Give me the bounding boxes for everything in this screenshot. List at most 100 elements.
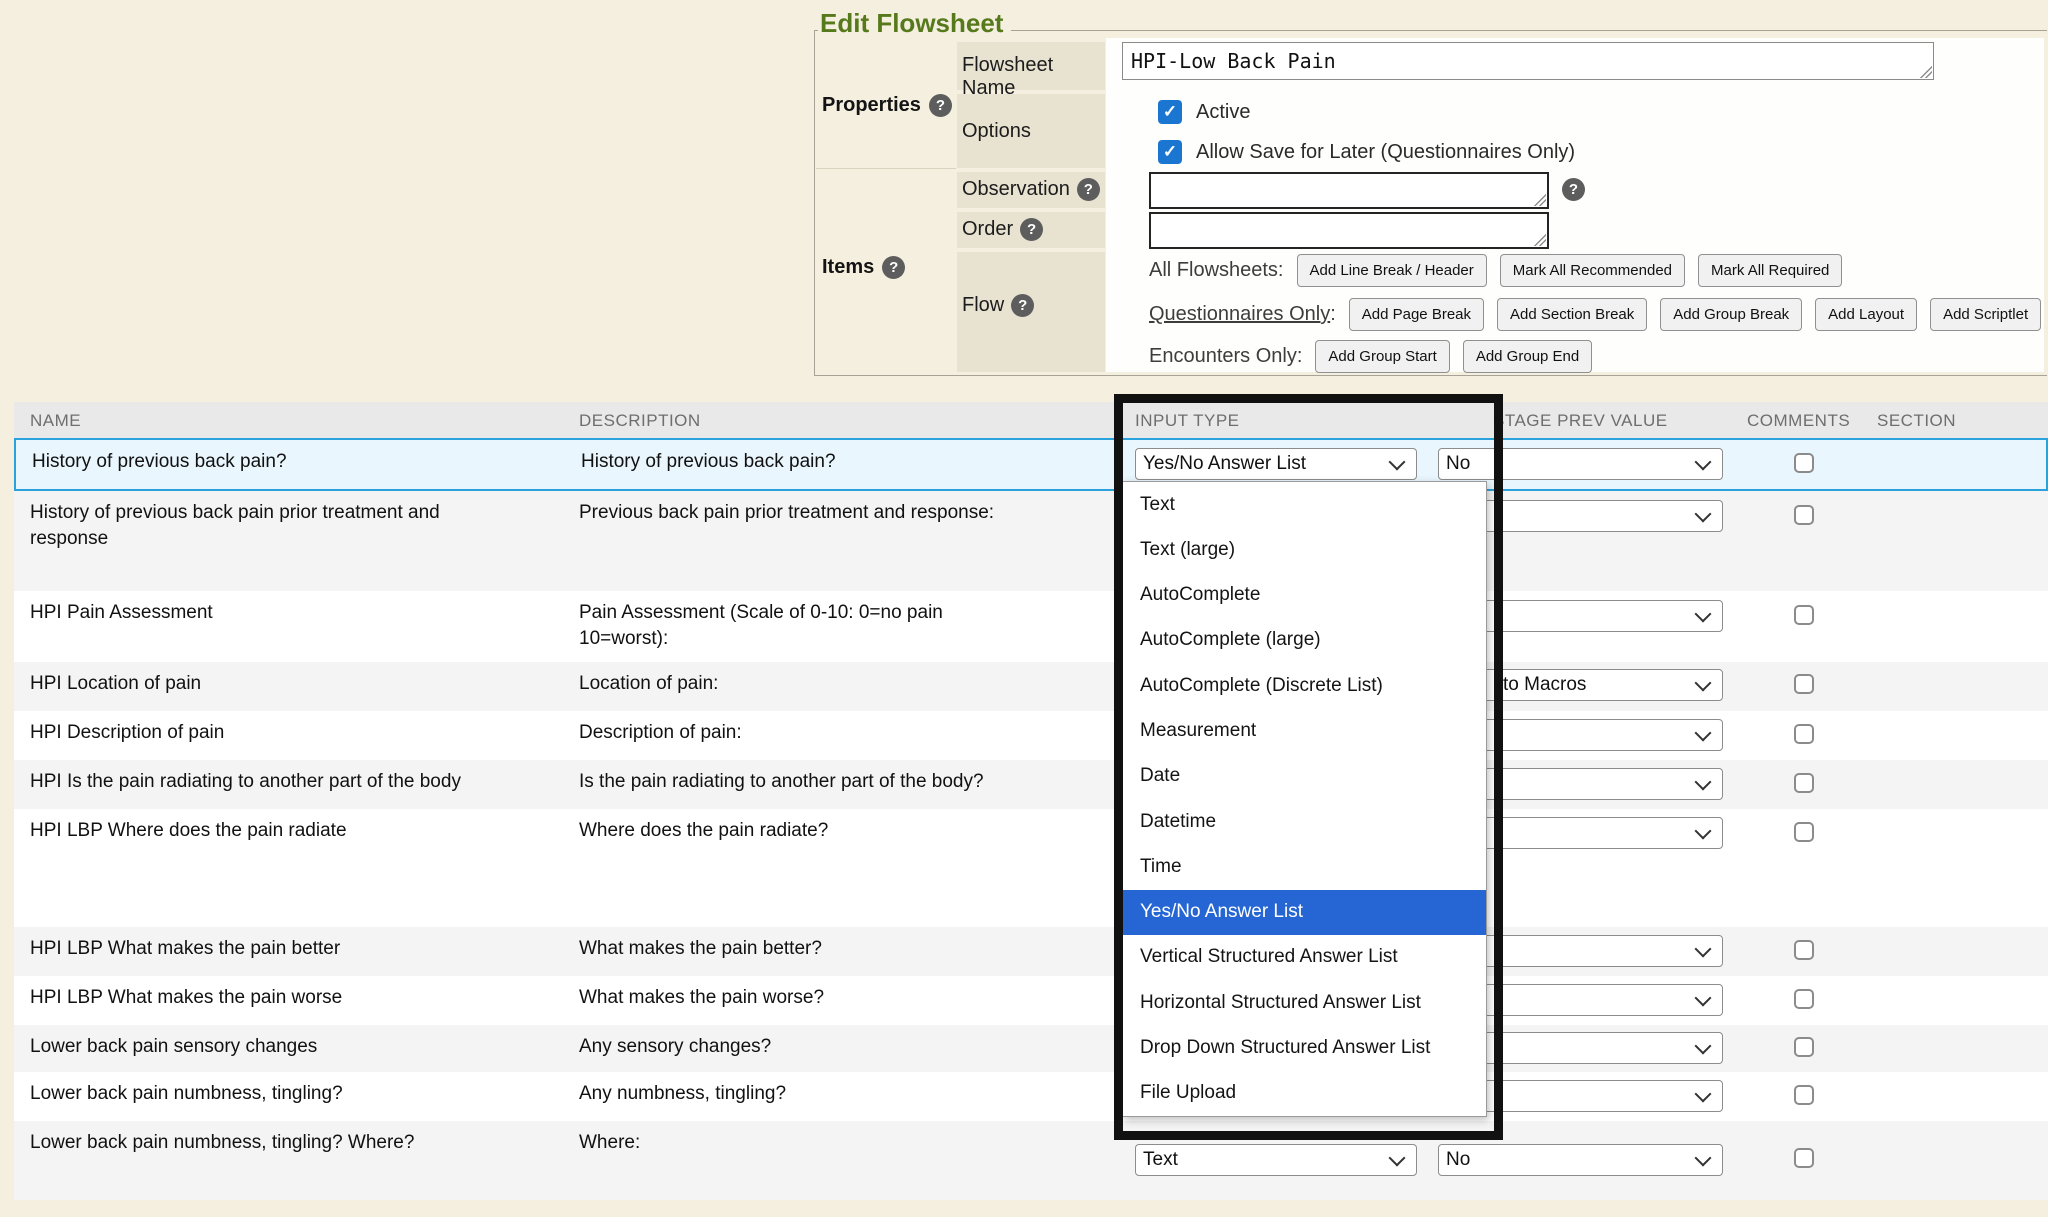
properties-section-label: Properties <box>822 94 952 117</box>
chevron-down-icon <box>1389 1149 1406 1166</box>
table-row[interactable]: HPI Is the pain radiating to another par… <box>14 760 2048 809</box>
flowsheet-name-label-cell: Flowsheet Name <box>957 42 1105 90</box>
row-name: Lower back pain sensory changes <box>30 1034 490 1060</box>
table-row[interactable]: History of previous back pain? History o… <box>14 438 2048 491</box>
table-row[interactable]: HPI Description of pain Description of p… <box>14 711 2048 760</box>
dropdown-option-date[interactable]: Date <box>1123 754 1486 799</box>
mark-all-recommended-button[interactable]: Mark All Recommended <box>1500 254 1685 287</box>
table-row[interactable]: Lower back pain numbness, tingling? Wher… <box>14 1121 2048 1200</box>
help-icon[interactable] <box>1011 294 1034 317</box>
dropdown-option-datetime[interactable]: Datetime <box>1123 799 1486 844</box>
comments-checkbox[interactable] <box>1794 773 1814 793</box>
input-type-select[interactable]: Text <box>1135 1144 1417 1176</box>
row-name: Lower back pain numbness, tingling? <box>30 1081 490 1107</box>
order-input[interactable] <box>1149 212 1549 249</box>
comments-checkbox[interactable] <box>1794 1085 1814 1105</box>
help-icon[interactable] <box>1077 178 1100 201</box>
row-name: History of previous back pain? <box>32 449 492 475</box>
comments-checkbox[interactable] <box>1794 822 1814 842</box>
chevron-down-icon <box>1695 940 1712 957</box>
help-icon[interactable] <box>1020 218 1043 241</box>
add-page-break-button[interactable]: Add Page Break <box>1349 298 1484 331</box>
add-section-break-button[interactable]: Add Section Break <box>1497 298 1647 331</box>
dropdown-option-time[interactable]: Time <box>1123 844 1486 889</box>
flow-label: Flow <box>957 252 1105 317</box>
comments-checkbox[interactable] <box>1794 1037 1814 1057</box>
mark-all-required-button[interactable]: Mark All Required <box>1698 254 1842 287</box>
dropdown-option-drop-down-structured-answer-list[interactable]: Drop Down Structured Answer List <box>1123 1025 1486 1070</box>
row-description: Any sensory changes? <box>579 1034 1029 1060</box>
comments-checkbox[interactable] <box>1794 505 1814 525</box>
stage-prev-value-select[interactable]: No <box>1438 448 1723 480</box>
row-name: History of previous back pain prior trea… <box>30 500 490 552</box>
all-flowsheets-row: All Flowsheets: Add Line Break / Header … <box>1149 254 1842 287</box>
add-group-end-button[interactable]: Add Group End <box>1463 340 1592 373</box>
comments-checkbox[interactable] <box>1794 989 1814 1009</box>
comments-checkbox[interactable] <box>1794 674 1814 694</box>
fieldset-body: Properties Items Flowsheet Name Options … <box>814 30 2046 374</box>
row-description: Description of pain: <box>579 720 1029 746</box>
table-row[interactable]: HPI LBP What makes the pain worse What m… <box>14 976 2048 1025</box>
row-description: History of previous back pain? <box>581 449 1031 475</box>
flowsheet-name-input[interactable]: HPI-Low Back Pain <box>1122 42 1934 80</box>
questionnaires-only-label: Questionnaires Only: <box>1149 303 1336 326</box>
help-icon[interactable] <box>882 256 905 279</box>
table-row[interactable]: HPI Pain Assessment Pain Assessment (Sca… <box>14 591 2048 662</box>
add-line-break-header-button[interactable]: Add Line Break / Header <box>1297 254 1487 287</box>
stage-prev-value-select[interactable]: No <box>1438 1144 1723 1176</box>
table-row[interactable]: HPI LBP What makes the pain better What … <box>14 927 2048 976</box>
column-header-comments: COMMENTS <box>1747 411 1850 431</box>
chevron-down-icon <box>1389 453 1406 470</box>
row-description: Previous back pain prior treatment and r… <box>579 500 1029 526</box>
table-header: NAME DESCRIPTION INPUT TYPE STAGE PREV V… <box>14 402 2048 438</box>
add-scriptlet-button[interactable]: Add Scriptlet <box>1930 298 2041 331</box>
row-description: Location of pain: <box>579 671 1029 697</box>
add-group-break-button[interactable]: Add Group Break <box>1660 298 1802 331</box>
comments-checkbox[interactable] <box>1794 940 1814 960</box>
section-divider <box>816 168 956 169</box>
chevron-down-icon <box>1695 724 1712 741</box>
table-row[interactable]: Lower back pain numbness, tingling? Any … <box>14 1072 2048 1121</box>
observation-input[interactable] <box>1149 172 1549 209</box>
add-group-start-button[interactable]: Add Group Start <box>1315 340 1449 373</box>
options-label: Options <box>957 94 1105 143</box>
edit-flowsheet-page: Edit Flowsheet Properties Items Flowshee… <box>0 0 2048 1217</box>
table-row[interactable]: History of previous back pain prior trea… <box>14 491 2048 591</box>
chevron-down-icon <box>1695 773 1712 790</box>
column-header-description: DESCRIPTION <box>579 411 701 431</box>
comments-checkbox[interactable] <box>1794 1148 1814 1168</box>
chevron-down-icon <box>1695 1149 1712 1166</box>
all-flowsheets-label: All Flowsheets: <box>1149 259 1284 282</box>
help-icon[interactable] <box>929 94 952 117</box>
allow-save-option: Allow Save for Later (Questionnaires Onl… <box>1158 140 1575 164</box>
encounters-only-row: Encounters Only: Add Group Start Add Gro… <box>1149 340 1592 373</box>
allow-save-checkbox[interactable] <box>1158 140 1182 164</box>
dropdown-option-text-large[interactable]: Text (large) <box>1123 527 1486 572</box>
input-type-select[interactable]: Yes/No Answer List <box>1135 448 1417 480</box>
row-description: What makes the pain better? <box>579 936 1029 962</box>
dropdown-option-autocomplete-large[interactable]: AutoComplete (large) <box>1123 618 1486 663</box>
allow-save-label: Allow Save for Later (Questionnaires Onl… <box>1196 141 1575 164</box>
column-header-section: SECTION <box>1877 411 1956 431</box>
row-description: Where: <box>579 1130 1029 1156</box>
dropdown-option-text[interactable]: Text <box>1123 482 1486 527</box>
comments-checkbox[interactable] <box>1794 453 1814 473</box>
row-name: HPI LBP Where does the pain radiate <box>30 818 490 844</box>
dropdown-option-vertical-structured-answer-list[interactable]: Vertical Structured Answer List <box>1123 935 1486 980</box>
dropdown-option-yes-no-answer-list[interactable]: Yes/No Answer List <box>1123 890 1486 935</box>
table-row[interactable]: HPI Location of pain Location of pain: t… <box>14 662 2048 711</box>
dropdown-option-horizontal-structured-answer-list[interactable]: Horizontal Structured Answer List <box>1123 980 1486 1025</box>
flowsheet-name-label: Flowsheet Name <box>957 42 1105 100</box>
comments-checkbox[interactable] <box>1794 605 1814 625</box>
add-layout-button[interactable]: Add Layout <box>1815 298 1917 331</box>
comments-checkbox[interactable] <box>1794 724 1814 744</box>
dropdown-option-autocomplete[interactable]: AutoComplete <box>1123 573 1486 618</box>
dropdown-option-autocomplete-discrete-list[interactable]: AutoComplete (Discrete List) <box>1123 663 1486 708</box>
dropdown-option-measurement[interactable]: Measurement <box>1123 708 1486 753</box>
table-row[interactable]: HPI LBP Where does the pain radiate Wher… <box>14 809 2048 927</box>
chevron-down-icon <box>1695 674 1712 691</box>
dropdown-option-file-upload[interactable]: File Upload <box>1123 1071 1486 1116</box>
help-icon[interactable] <box>1562 178 1585 201</box>
table-row[interactable]: Lower back pain sensory changes Any sens… <box>14 1025 2048 1072</box>
active-checkbox[interactable] <box>1158 100 1182 124</box>
